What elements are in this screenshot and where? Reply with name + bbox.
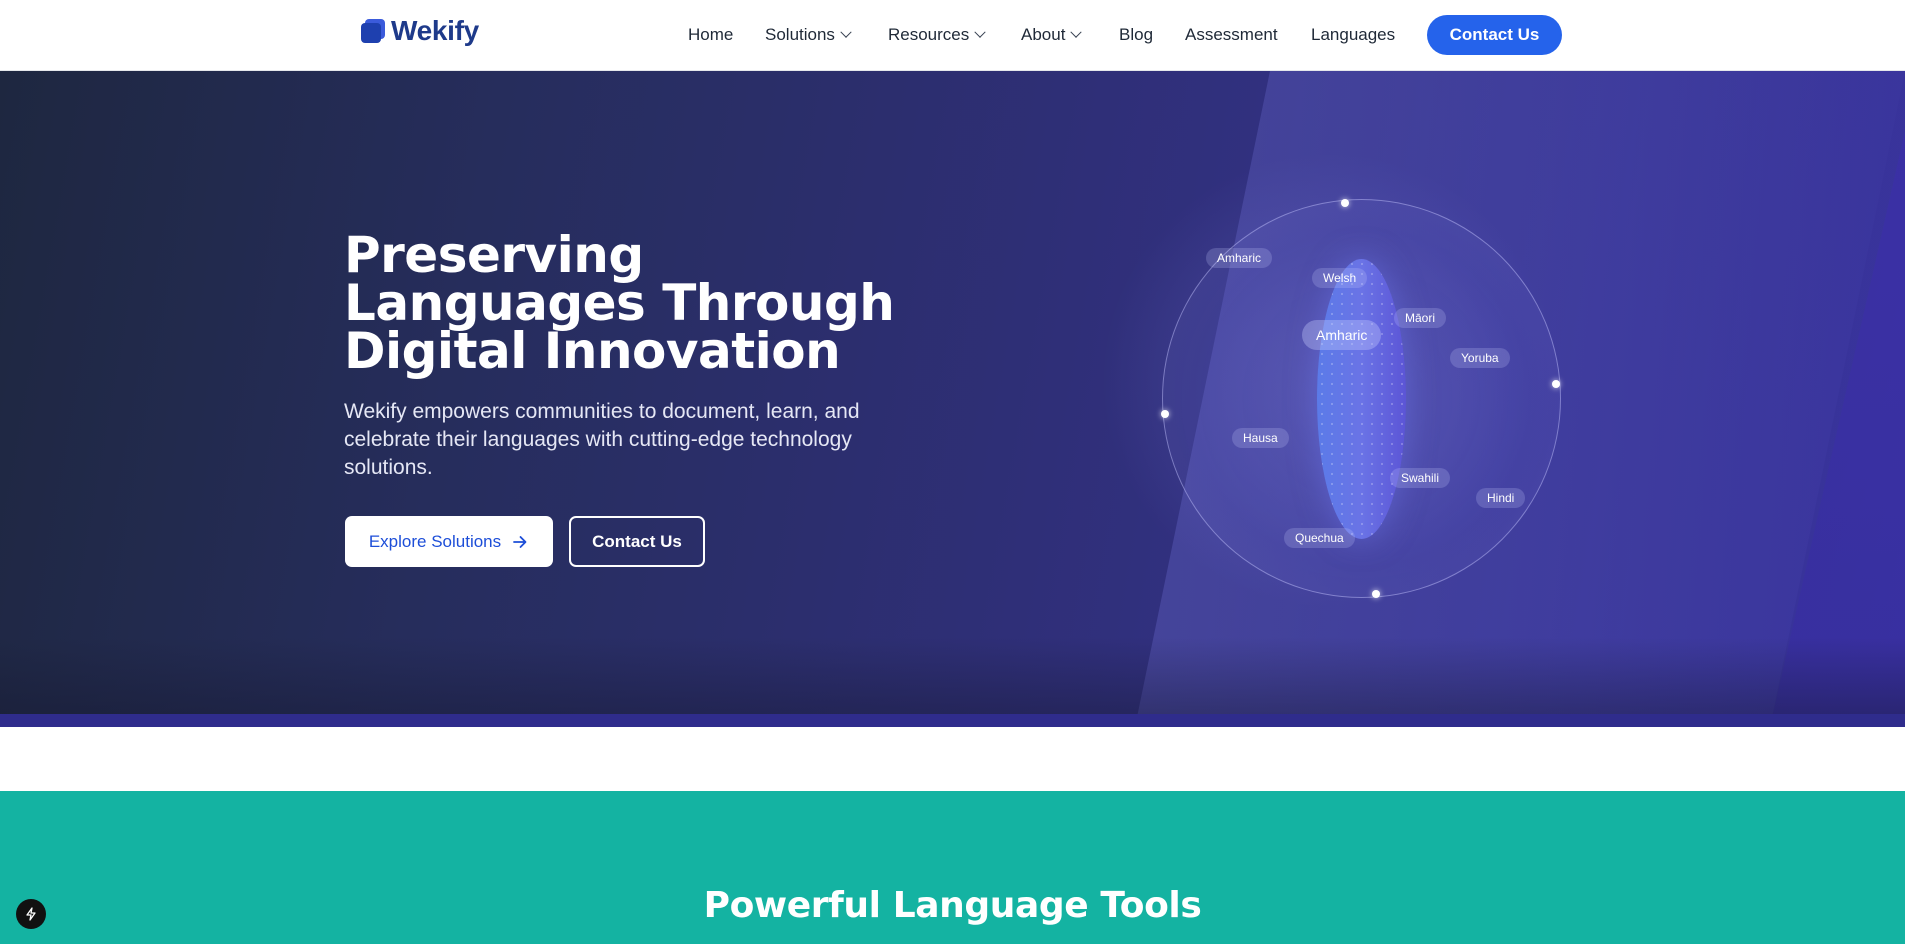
language-tag-featured[interactable]: Amharic — [1302, 320, 1382, 350]
explore-solutions-button[interactable]: Explore Solutions — [345, 516, 553, 567]
nav-item-solutions[interactable]: Solutions — [765, 25, 852, 45]
chevron-down-icon — [974, 26, 986, 38]
language-tag[interactable]: Welsh — [1312, 268, 1368, 288]
language-tag[interactable]: Hindi — [1476, 488, 1526, 508]
arrow-right-icon — [513, 535, 527, 548]
nav-item-label: Resources — [888, 25, 970, 44]
nav-item-label: Blog — [1119, 25, 1154, 44]
nav-item-label: About — [1021, 25, 1066, 44]
hero-subtitle: Wekify empowers communities to document,… — [344, 400, 860, 479]
nav-item-label: Assessment — [1185, 25, 1278, 44]
lightning-bolt-icon[interactable] — [16, 899, 46, 929]
globe-core — [1317, 259, 1406, 539]
language-tag[interactable]: Quechua — [1284, 528, 1355, 548]
nav-item-home[interactable]: Home — [688, 25, 733, 45]
button-label: Explore Solutions — [368, 531, 502, 551]
language-tag[interactable]: Māori — [1394, 308, 1447, 328]
hero-bottom-strip — [0, 714, 1905, 727]
hero-contact-button[interactable]: Contact Us — [569, 516, 705, 567]
orbit-dot — [1161, 410, 1169, 418]
top-navigation: Wekify Home Solutions Resources About Bl… — [0, 0, 1905, 71]
language-tag[interactable]: Yoruba — [1450, 348, 1510, 368]
tools-section-title: Powerful Language Tools — [703, 885, 1202, 926]
nav-item-label: Languages — [1311, 25, 1396, 44]
nav-item-assessment[interactable]: Assessment — [1185, 25, 1278, 45]
hero-title: Preserving Languages Through Digital Inn… — [344, 226, 895, 380]
language-tag[interactable]: Hausa — [1232, 428, 1289, 448]
nav-item-languages[interactable]: Languages — [1311, 25, 1395, 45]
nav-item-blog[interactable]: Blog — [1119, 25, 1153, 45]
stacked-squares-icon — [361, 19, 385, 43]
nav-item-label: Solutions — [765, 25, 835, 44]
lightning-bolt-icon — [26, 907, 36, 921]
nav-item-about[interactable]: About — [1021, 25, 1083, 45]
orbit-dot — [1372, 590, 1380, 598]
brand-logo[interactable]: Wekify — [361, 15, 479, 47]
chevron-down-icon — [1070, 26, 1083, 38]
nav-item-label: Home — [688, 25, 734, 44]
brand-name: Wekify — [391, 15, 479, 46]
nav-item-resources[interactable]: Resources — [888, 25, 986, 45]
hero-section — [0, 71, 1905, 727]
chevron-down-icon — [840, 26, 852, 38]
contact-us-button[interactable]: Contact Us — [1427, 15, 1562, 55]
orbit-dot — [1341, 199, 1349, 207]
orbit-dot — [1552, 380, 1560, 388]
language-tag[interactable]: Amharic — [1206, 248, 1273, 268]
language-tag[interactable]: Swahili — [1390, 468, 1451, 488]
